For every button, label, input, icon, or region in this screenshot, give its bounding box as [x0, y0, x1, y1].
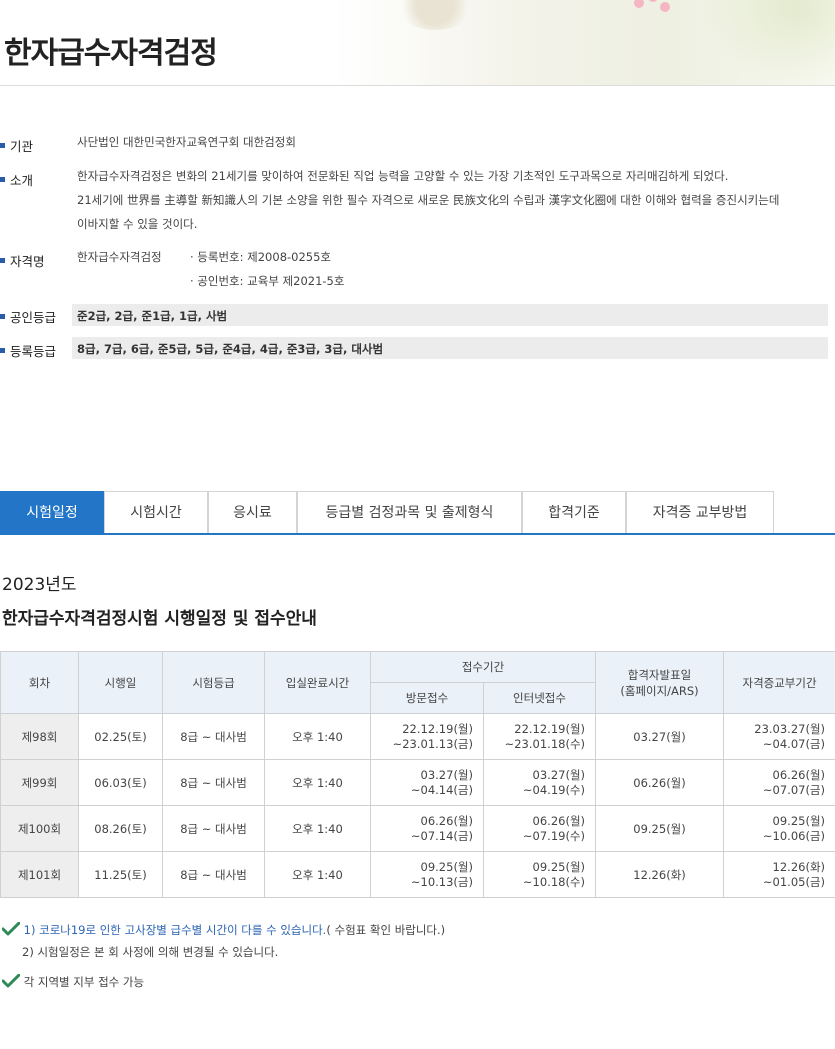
cell-result: 09.25(월) — [595, 805, 725, 852]
cell-exam-date: 11.25(토) — [78, 851, 163, 898]
cell-exam-date: 08.26(토) — [78, 805, 163, 852]
header-internet: 인터넷접수 — [482, 682, 597, 714]
header-decoration-leaves — [700, 0, 835, 85]
page-title: 한자급수자격검정 — [4, 36, 218, 71]
cell-internet: 09.25(월) ~10.18(수) — [482, 851, 597, 898]
cell-exam-date: 02.25(토) — [78, 713, 163, 760]
cell-round: 제101회 — [0, 851, 79, 898]
check-icon — [1, 921, 21, 936]
bullet-square-icon — [0, 348, 5, 353]
note-3-text: 각 지역별 지부 접수 가능 — [23, 975, 145, 989]
table-row: 제101회 11.25(토) 8급 ~ 대사범 오후 1:40 09.25(월)… — [0, 851, 835, 898]
intro-line: 21세기에 世界를 主導할 新知識人의 기본 소양을 위한 필수 자격으로 새로… — [77, 193, 780, 207]
cell-result: 12.26(화) — [595, 851, 725, 898]
cell-visit: 09.25(월) ~10.13(금) — [370, 851, 484, 898]
info-value: 사단법인 대한민국한자교육연구회 대한검정회 — [77, 135, 296, 149]
header-exam-date: 시행일 — [78, 651, 163, 714]
intro-line: 한자급수자격검정은 변화의 21세기를 맞이하여 전문화된 직업 능력을 고양할… — [77, 169, 729, 183]
info-label: 소개 — [10, 173, 34, 188]
schedule-table: 회차 시행일 시험등급 입실완료시간 접수기간 합격자발표일 (홈페이지/ARS… — [0, 651, 835, 898]
tab-exam-time[interactable]: 시험시간 — [104, 491, 208, 533]
tab-exam-fee[interactable]: 응시료 — [208, 491, 297, 533]
cell-internet: 22.12.19(월) ~23.01.18(수) — [482, 713, 597, 760]
info-value: 준2급, 2급, 준1급, 1급, 사범 — [77, 309, 228, 323]
cell-entry-time: 오후 1:40 — [264, 851, 371, 898]
cell-cert: 12.26(화) ~01.05(금) — [723, 851, 835, 898]
cell-result: 03.27(월) — [595, 713, 725, 760]
check-icon — [1, 973, 21, 988]
cell-entry-time: 오후 1:40 — [264, 805, 371, 852]
header-visit: 방문접수 — [370, 682, 484, 714]
cell-grade: 8급 ~ 대사범 — [162, 805, 265, 852]
certified-grades-bar: 준2급, 2급, 준1급, 1급, 사범 — [72, 304, 828, 326]
cell-round: 제99회 — [0, 759, 79, 806]
note-1-highlight: 1) 코로나19로 인한 고사장별 급수별 시간이 다를 수 있습니다. — [23, 923, 327, 937]
qualification-name: 한자급수자격검정 — [77, 250, 162, 264]
registration-number: · 등록번호: 제2008-0255호 — [190, 250, 332, 264]
table-row: 제99회 06.03(토) 8급 ~ 대사범 오후 1:40 03.27(월) ~… — [0, 759, 835, 806]
tab-exam-schedule[interactable]: 시험일정 — [0, 491, 104, 533]
tab-certificate-issuance[interactable]: 자격증 교부방법 — [626, 491, 774, 533]
cell-entry-time: 오후 1:40 — [264, 713, 371, 760]
header-grade: 시험등급 — [162, 651, 265, 714]
cell-internet: 06.26(월) ~07.19(수) — [482, 805, 597, 852]
bullet-square-icon — [0, 143, 5, 148]
qualification-details: · 등록번호: 제2008-0255호 · 공인번호: 교육부 제2021-5호 — [190, 245, 344, 293]
cell-cert: 09.25(월) ~10.06(금) — [723, 805, 835, 852]
header-decoration-image — [395, 0, 475, 30]
cell-grade: 8급 ~ 대사범 — [162, 851, 265, 898]
schedule-title: 한자급수자격검정시험 시행일정 및 접수안내 — [2, 609, 317, 629]
page-header: 한자급수자격검정 — [0, 0, 835, 86]
table-row: 제98회 02.25(토) 8급 ~ 대사범 오후 1:40 22.12.19(… — [0, 713, 835, 760]
info-value: 8급, 7급, 6급, 준5급, 5급, 준4급, 4급, 준3급, 3급, 대… — [77, 342, 384, 356]
header-result: 합격자발표일 (홈페이지/ARS) — [595, 651, 725, 714]
cell-cert: 23.03.27(월) ~04.07(금) — [723, 713, 835, 760]
cell-visit: 03.27(월) ~04.14(금) — [370, 759, 484, 806]
schedule-year: 2023년도 — [2, 575, 77, 595]
cell-grade: 8급 ~ 대사범 — [162, 759, 265, 806]
cell-cert: 06.26(월) ~07.07(금) — [723, 759, 835, 806]
cell-internet: 03.27(월) ~04.19(수) — [482, 759, 597, 806]
info-label: 공인등급 — [10, 310, 57, 325]
cell-grade: 8급 ~ 대사범 — [162, 713, 265, 760]
header-reception: 접수기간 — [369, 651, 597, 683]
header-cert: 자격증교부기간 — [723, 651, 835, 714]
header-round: 회차 — [0, 651, 79, 714]
cell-exam-date: 06.03(토) — [78, 759, 163, 806]
bullet-square-icon — [0, 314, 5, 319]
info-label: 기관 — [10, 139, 34, 154]
cell-entry-time: 오후 1:40 — [264, 759, 371, 806]
note-1-rest: ( 수험표 확인 바랍니다.) — [326, 923, 446, 937]
cell-round: 제100회 — [0, 805, 79, 852]
tab-pass-criteria[interactable]: 합격기준 — [522, 491, 626, 533]
bullet-square-icon — [0, 177, 5, 182]
tab-bar: 시험일정 시험시간 응시료 등급별 검정과목 및 출제형식 합격기준 자격증 교… — [0, 491, 835, 535]
intro-line: 이바지할 수 있을 것이다. — [77, 217, 198, 231]
flower-decoration — [630, 0, 680, 26]
table-row: 제100회 08.26(토) 8급 ~ 대사범 오후 1:40 06.26(월)… — [0, 805, 835, 852]
note-2: 2) 시험일정은 본 회 사정에 의해 변경될 수 있습니다. — [22, 945, 279, 959]
cell-result: 06.26(월) — [595, 759, 725, 806]
cell-round: 제98회 — [0, 713, 79, 760]
tab-subjects-format[interactable]: 등급별 검정과목 및 출제형식 — [297, 491, 522, 533]
note-3: 각 지역별 지부 접수 가능 — [1, 972, 145, 990]
bullet-square-icon — [0, 258, 5, 263]
info-value: 한자급수자격검정은 변화의 21세기를 맞이하여 전문화된 직업 능력을 고양할… — [77, 164, 779, 236]
info-label: 자격명 — [10, 254, 45, 269]
certification-number: · 공인번호: 교육부 제2021-5호 — [190, 274, 345, 288]
info-label: 등록등급 — [10, 344, 57, 359]
registered-grades-bar: 8급, 7급, 6급, 준5급, 5급, 준4급, 4급, 준3급, 3급, 대… — [72, 337, 828, 359]
note-1: 1) 코로나19로 인한 고사장별 급수별 시간이 다를 수 있습니다.( 수험… — [1, 920, 446, 938]
header-entry-time: 입실완료시간 — [264, 651, 371, 714]
cell-visit: 22.12.19(월) ~23.01.13(금) — [370, 713, 484, 760]
cell-visit: 06.26(월) ~07.14(금) — [370, 805, 484, 852]
